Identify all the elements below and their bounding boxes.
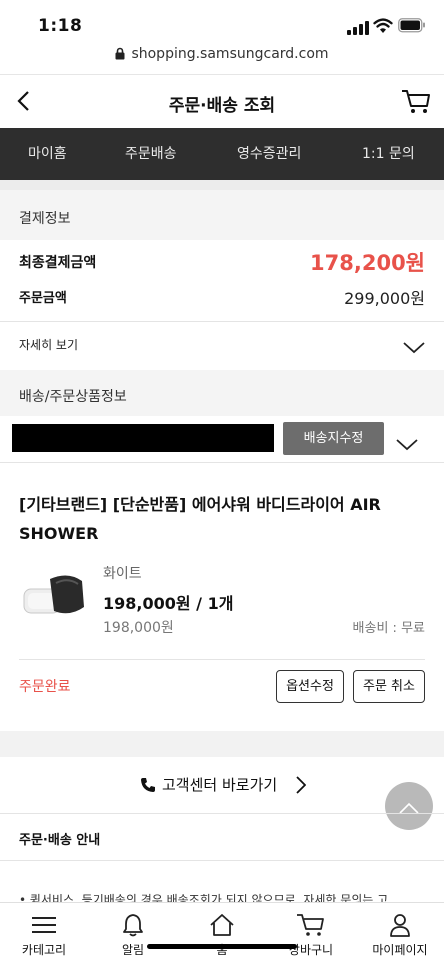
delivery-section-title: 배송/주문상품정보 — [19, 389, 127, 405]
menu-icon — [0, 911, 88, 939]
nav-item-receipt[interactable]: 영수증관리 — [237, 143, 301, 163]
delivery-header: 배송/주문상품정보 — [0, 370, 444, 416]
bottom-nav-label: 마이페이지 — [372, 943, 428, 957]
scroll-top-button[interactable] — [385, 782, 433, 830]
bottom-nav-cart[interactable]: 장바구니 — [267, 911, 355, 958]
payment-section-title: 결제정보 — [19, 211, 71, 227]
bottom-nav-home[interactable]: 홈 — [178, 911, 266, 958]
battery-icon — [398, 18, 426, 37]
bottom-nav-label: 카테고리 — [21, 943, 67, 957]
divider — [19, 659, 425, 660]
details-label: 자세히 보기 — [19, 338, 79, 352]
product-thumbnail[interactable] — [20, 567, 90, 627]
cart-icon[interactable] — [401, 89, 431, 119]
page-header: 주문·배송 조회 — [0, 74, 444, 128]
product-original-price: 198,000원 — [103, 620, 174, 636]
status-time: 1:18 — [38, 16, 83, 36]
top-nav: 마이홈 주문배송 영수증관리 1:1 문의 — [0, 128, 444, 180]
shipping-fee: 배송비 : 무료 — [352, 621, 425, 636]
order-status: 주문완료 — [19, 679, 71, 695]
customer-center-label: 고객센터 바로가기 — [162, 776, 278, 794]
url-bar[interactable]: shopping.samsungcard.com — [0, 46, 444, 64]
page-title: 주문·배송 조회 — [168, 96, 276, 116]
url-text: shopping.samsungcard.com — [131, 46, 329, 62]
bottom-nav-alarm[interactable]: 알림 — [89, 911, 177, 958]
product-price-qty: 198,000원 / 1개 — [103, 594, 234, 613]
details-toggle[interactable]: 자세히 보기 — [0, 322, 444, 370]
guide-notice-area: • 퀵서비스, 등기배송의 경우 배송조회가 되지 않으므로, 자세한 문의는 … — [0, 861, 444, 902]
lock-icon — [115, 47, 125, 64]
divider — [0, 813, 444, 814]
phone-icon — [140, 777, 156, 797]
nav-item-inquiry[interactable]: 1:1 문의 — [362, 143, 415, 163]
divider — [0, 462, 444, 463]
guide-title: 주문·배송 안내 — [19, 833, 101, 848]
nav-item-order-delivery[interactable]: 주문배송 — [125, 143, 177, 163]
section-gap — [0, 731, 444, 757]
product-name[interactable]: [기타브랜드] [단순반품] 에어샤워 바디드라이어 AIR SHOWER — [19, 490, 429, 548]
final-amount-label: 최종결제금액 — [19, 255, 97, 271]
chevron-down-icon — [403, 339, 425, 358]
order-amount-label: 주문금액 — [19, 291, 67, 306]
bottom-nav-category[interactable]: 카테고리 — [0, 911, 88, 958]
section-gap — [0, 180, 444, 190]
cart-icon — [267, 911, 355, 939]
customer-center-link[interactable]: 고객센터 바로가기 — [0, 757, 444, 813]
redacted-address — [12, 424, 274, 452]
bottom-nav: 카테고리 알림 홈 장바구니 마이페이지 — [0, 902, 444, 960]
bottom-nav-mypage[interactable]: 마이페이지 — [356, 911, 444, 958]
guide-notice: • 퀵서비스, 등기배송의 경우 배송조회가 되지 않으므로, 자세한 문의는 … — [19, 893, 389, 902]
cancel-order-button[interactable]: 주문 취소 — [353, 670, 425, 703]
order-amount-value: 299,000원 — [344, 289, 425, 308]
user-icon — [356, 911, 444, 939]
nav-item-myhome[interactable]: 마이홈 — [28, 143, 67, 163]
option-edit-button[interactable]: 옵션수정 — [276, 670, 344, 703]
home-icon — [178, 911, 266, 939]
payment-header: 결제정보 — [0, 190, 444, 240]
signal-icon — [347, 20, 369, 39]
final-amount-value: 178,200원 — [310, 251, 425, 275]
product-option: 화이트 — [103, 566, 142, 582]
chevron-right-icon — [296, 776, 307, 798]
chevron-down-icon[interactable] — [396, 436, 418, 455]
bell-icon — [89, 911, 177, 939]
edit-address-button[interactable]: 배송지수정 — [283, 422, 384, 455]
wifi-icon — [373, 18, 393, 38]
screen: 1:18 shopping.samsungcard.com 주문·배송 조회 마… — [0, 0, 444, 960]
chevron-up-icon — [399, 799, 419, 818]
home-indicator — [147, 944, 297, 949]
